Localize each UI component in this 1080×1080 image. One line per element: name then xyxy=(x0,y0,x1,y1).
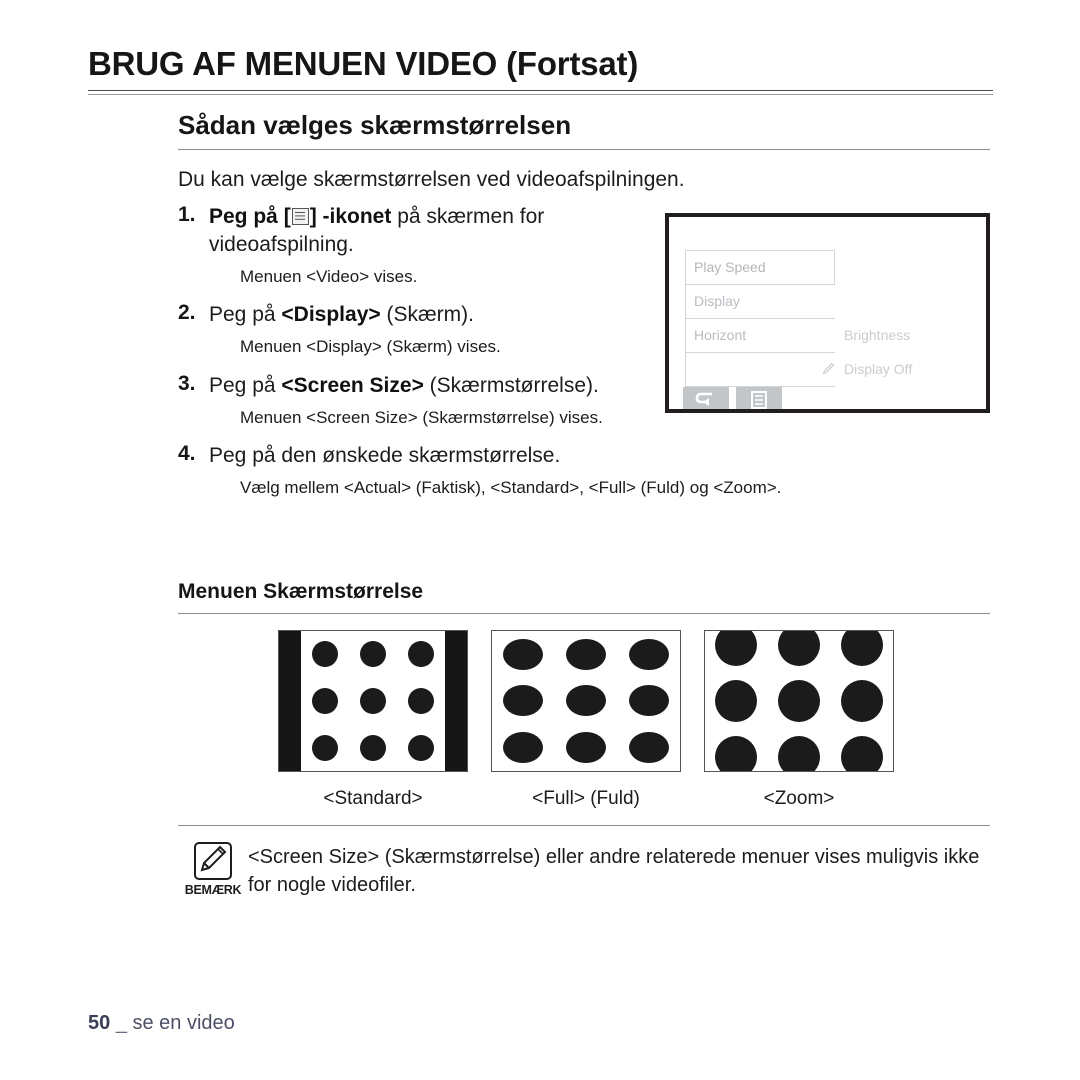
figure-zoom-frame xyxy=(704,630,894,772)
step-2-pre: Peg på xyxy=(209,303,282,327)
figure-standard: <Standard> xyxy=(278,630,468,810)
step-3-text: Peg på <Screen Size> (Skærmstørrelse). xyxy=(209,372,599,400)
device-menu-button xyxy=(736,387,782,409)
device-right-label-0: Brightness xyxy=(844,327,911,343)
device-menu: Play Speed Display Horizont Brightness D… xyxy=(685,250,912,387)
device-right-label-1: Display Off xyxy=(844,361,913,377)
step-2-text: Peg på <Display> (Skærm). xyxy=(209,301,474,329)
step-3-rest: (Skærmstørrelse). xyxy=(423,373,599,397)
figure-zoom: <Zoom> xyxy=(704,630,894,810)
note-pencil-icon xyxy=(194,842,232,880)
step-3-pre: Peg på xyxy=(209,373,282,397)
title-block: BRUG AF MENUEN VIDEO (Fortsat) xyxy=(88,45,993,95)
figure-standard-dots xyxy=(301,631,445,771)
step-4: 4. Peg på den ønskede skærmstørrelse. xyxy=(178,442,998,470)
step-4-text: Peg på den ønskede skærmstørrelse. xyxy=(209,443,561,467)
figure-full-dots xyxy=(492,631,680,771)
figure-full-frame xyxy=(491,630,681,772)
step-1-pre: Peg på [ xyxy=(209,205,291,228)
subtitle-divider xyxy=(178,149,990,151)
subtitle-block: Sådan vælges skærmstørrelsen xyxy=(178,110,990,151)
figure-full-caption: <Full> (Fuld) xyxy=(532,788,640,809)
step-4-note: Vælg mellem <Actual> (Faktisk), <Standar… xyxy=(240,477,782,497)
pencil-icon xyxy=(822,362,835,375)
intro-text: Du kan vælge skærmstørrelsen ved videoaf… xyxy=(178,168,685,191)
page-footer: 50 _ se en video xyxy=(88,1012,235,1035)
pillarbox-left xyxy=(279,631,301,771)
device-menu-item-0: Play Speed xyxy=(685,250,835,285)
figure-standard-caption: <Standard> xyxy=(323,788,423,809)
device-menu-item-3: Display Off xyxy=(685,353,912,387)
device-button-bar xyxy=(683,387,782,409)
pillarbox-right xyxy=(445,631,467,771)
step-2-bold: <Display> xyxy=(281,303,381,327)
device-back-button xyxy=(683,387,729,409)
note-icon-wrap: BEMÆRK xyxy=(178,840,248,897)
device-menu-label-1: Display xyxy=(694,293,740,309)
note-text: <Screen Size> (Skærmstørrelse) eller and… xyxy=(248,846,980,897)
step-3-number: 3. xyxy=(178,371,196,395)
screen-size-menu-heading: Menuen Skærmstørrelse xyxy=(178,580,424,603)
device-menu-label-0: Play Speed xyxy=(694,259,766,275)
step-1-number: 1. xyxy=(178,203,196,226)
section-subtitle: Sådan vælges skærmstørrelsen xyxy=(178,110,572,140)
screen-size-menu-divider xyxy=(178,613,990,614)
step-4-number: 4. xyxy=(178,441,196,465)
note-label: BEMÆRK xyxy=(184,883,242,897)
back-arrow-icon xyxy=(695,392,712,406)
page-title: BRUG AF MENUEN VIDEO (Fortsat) xyxy=(88,45,639,82)
step-3-bold: <Screen Size> xyxy=(281,373,424,397)
footer-separator: _ xyxy=(115,1012,127,1034)
device-screenshot: Play Speed Display Horizont Brightness D… xyxy=(665,213,990,413)
footer-page-number: 50 xyxy=(88,1012,111,1034)
menu-list-icon xyxy=(291,208,309,225)
figure-full: <Full> (Fuld) xyxy=(491,630,681,810)
device-menu-label-2: Horizont xyxy=(694,327,747,343)
note-divider xyxy=(178,825,990,826)
screen-size-figures: <Standard> <Full> (Fuld) <Zoom> xyxy=(178,630,990,820)
device-menu-item-1: Display xyxy=(685,285,835,319)
figure-zoom-caption: <Zoom> xyxy=(763,788,835,809)
note-pencil-glyph xyxy=(200,845,227,872)
figure-standard-frame xyxy=(278,630,468,772)
footer-text: se en video xyxy=(132,1012,235,1034)
screen-size-menu-heading-block: Menuen Skærmstørrelse xyxy=(178,580,990,614)
step-1-text: Peg på [] -ikonet på skærmen for videoaf… xyxy=(209,203,679,259)
step-1-post: ] -ikonet xyxy=(309,205,392,228)
figure-zoom-dots xyxy=(705,631,893,771)
manual-page: BRUG AF MENUEN VIDEO (Fortsat) Sådan væl… xyxy=(0,0,1080,1080)
title-divider xyxy=(88,89,993,95)
step-2-number: 2. xyxy=(178,301,196,325)
menu-list-icon xyxy=(751,391,767,409)
note-block: BEMÆRK <Screen Size> (Skærmstørrelse) el… xyxy=(178,840,990,900)
device-menu-item-2: Horizont Brightness xyxy=(685,319,910,353)
step-2-rest: (Skærm). xyxy=(380,303,474,327)
